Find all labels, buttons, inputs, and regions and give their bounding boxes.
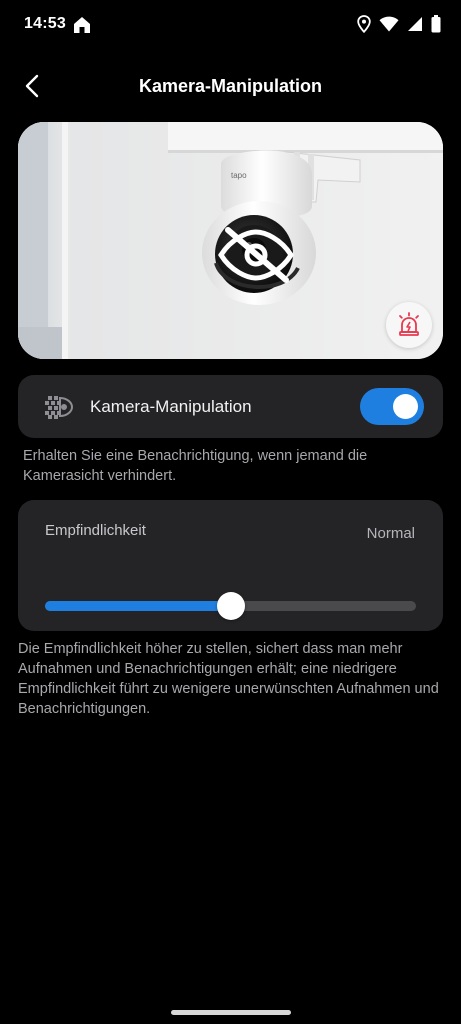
slider-thumb[interactable] [216, 592, 245, 620]
tamper-detection-icon [45, 396, 74, 419]
sensitivity-label: Empfindlichkeit [45, 522, 146, 539]
alarm-button[interactable] [386, 302, 432, 348]
home-indicator [171, 1010, 291, 1015]
tamper-description: Erhalten Sie eine Benachrichtigung, wenn… [23, 448, 368, 484]
battery-icon [431, 15, 441, 33]
slider-fill [45, 601, 231, 611]
sensitivity-card: Empfindlichkeit Normal [18, 500, 443, 631]
sensitivity-description: Die Empfindlichkeit höher zu stellen, si… [18, 641, 439, 717]
status-icons [357, 15, 441, 33]
status-bar: 14:53 [0, 0, 461, 52]
tamper-toggle-label: Kamera-Manipulation [90, 397, 252, 416]
sensitivity-slider[interactable] [45, 592, 416, 620]
signal-icon [408, 17, 422, 31]
home-icon [74, 17, 90, 33]
toggle-knob [393, 394, 418, 419]
status-time: 14:53 [24, 15, 66, 32]
wifi-icon [379, 16, 399, 32]
camera-preview-image: tapo [18, 122, 443, 359]
location-icon [357, 15, 371, 33]
camera-brand-text: tapo [231, 171, 247, 180]
tamper-toggle-card: Kamera-Manipulation [18, 375, 443, 438]
sensitivity-value: Normal [366, 525, 415, 542]
tamper-toggle-switch[interactable] [360, 388, 424, 425]
siren-icon [399, 312, 419, 336]
page-title: Kamera-Manipulation [138, 76, 323, 96]
header: Kamera-Manipulation [0, 58, 461, 114]
camera-preview: tapo [18, 122, 443, 359]
